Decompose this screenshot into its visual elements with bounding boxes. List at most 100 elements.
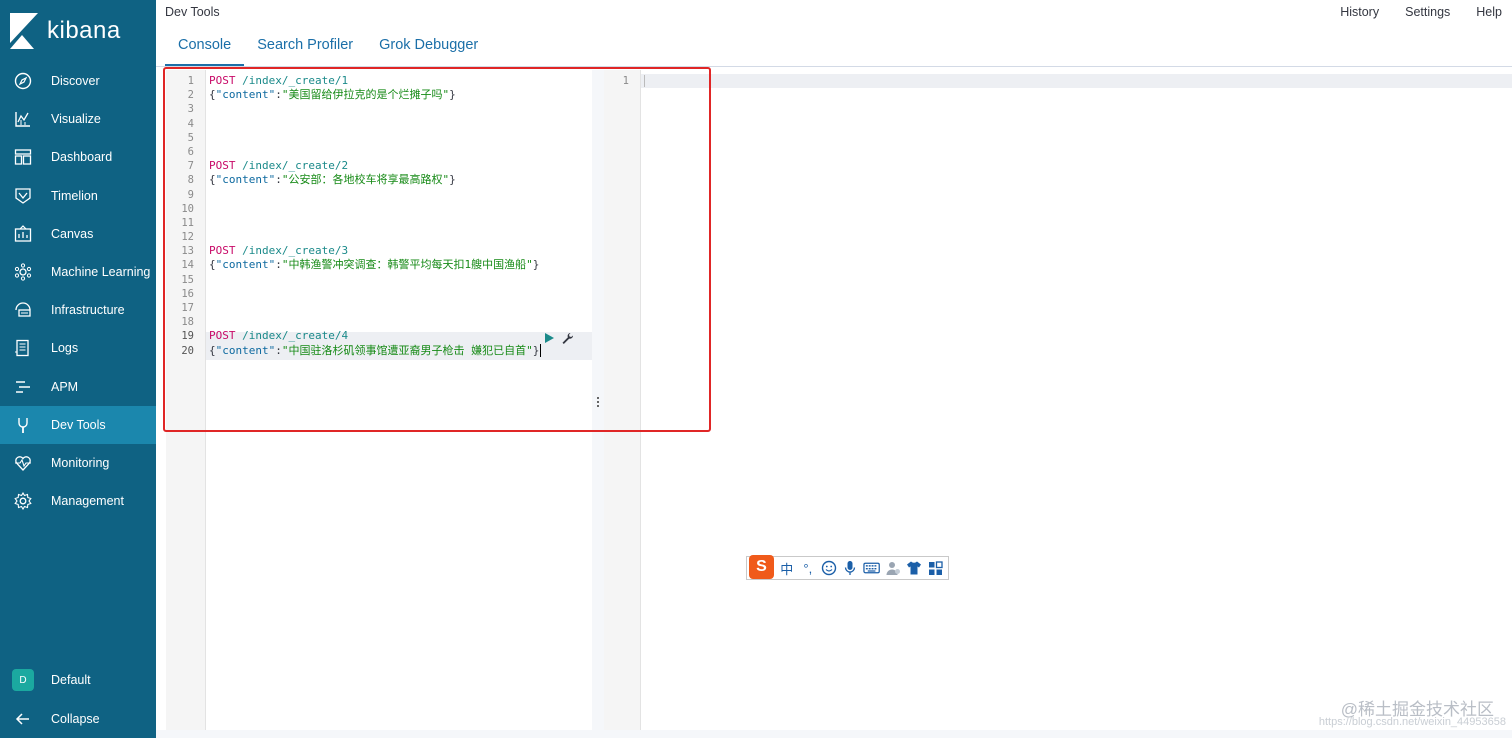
space-selector[interactable]: D Default <box>0 661 156 699</box>
sidebar-item-management[interactable]: Management <box>0 482 156 520</box>
sidebar-item-logs[interactable]: Logs <box>0 329 156 367</box>
code-line[interactable] <box>209 188 541 202</box>
chart-icon <box>12 108 34 130</box>
collapse-button[interactable]: Collapse <box>0 700 156 738</box>
request-code[interactable]: POST /index/_create/1 {"content":"美国留给伊拉克… <box>209 74 542 358</box>
history-link[interactable]: History <box>1340 5 1379 19</box>
dashboard-icon <box>12 146 34 168</box>
code-line[interactable]: POST /index/_create/3 <box>209 244 541 258</box>
line-number: 16 <box>181 287 194 300</box>
kibana-logo[interactable]: kibana <box>8 12 121 50</box>
tab-grok-debugger[interactable]: Grok Debugger <box>366 30 491 66</box>
code-line[interactable] <box>209 301 541 315</box>
response-caret <box>644 75 645 87</box>
help-link[interactable]: Help <box>1476 5 1502 19</box>
json-key: "content" <box>215 173 276 187</box>
bottom-strip <box>156 730 1512 738</box>
space-avatar: D <box>12 669 34 691</box>
line-number: 19 <box>181 330 194 343</box>
code-line[interactable]: POST /index/_create/4 <box>209 329 541 343</box>
tab-console[interactable]: Console <box>165 30 245 66</box>
code-line[interactable] <box>209 273 541 287</box>
request-path: /index/_create/1 <box>242 74 349 87</box>
line-number: 17 <box>181 302 194 314</box>
sidebar-item-visualize[interactable]: Visualize <box>0 100 156 138</box>
page-title: Dev Tools <box>165 5 220 19</box>
response-editor[interactable]: 1 <box>604 70 1512 730</box>
sidebar-item-label: Canvas <box>51 226 94 241</box>
ime-mode-chinese[interactable]: 中 <box>779 558 795 578</box>
code-line[interactable] <box>209 102 541 116</box>
response-active-line <box>641 74 1512 89</box>
code-line[interactable]: {"content":"公安部：各地校车将享最高路权"} <box>209 173 541 187</box>
user-icon[interactable] <box>885 558 901 578</box>
sidebar-item-dashboard[interactable]: Dashboard <box>0 138 156 176</box>
request-editor[interactable]: 1 2 3 4 5 6 7 8 9 10 11 12 13 14 15 16 17 18 19 20 POST /in… <box>166 70 592 730</box>
code-line[interactable]: {"content":"中国驻洛杉矶领事馆遭亚裔男子枪击 嫌犯已自首"} <box>209 343 542 358</box>
response-gutter: 1 <box>604 70 641 730</box>
code-line[interactable]: POST /index/_create/2 <box>209 159 541 173</box>
sidebar-item-machine-learning[interactable]: Machine Learning <box>0 253 156 291</box>
sidebar-item-infrastructure[interactable]: Infrastructure <box>0 291 156 329</box>
code-line[interactable]: POST /index/_create/1 <box>209 74 541 88</box>
watermark-url: https://blog.csdn.net/weixin_44953658 <box>1318 716 1506 728</box>
sidebar-item-monitoring[interactable]: Monitoring <box>0 444 156 482</box>
sidebar-item-label: Infrastructure <box>51 303 125 318</box>
line-number: 10 <box>181 202 194 215</box>
request-actions <box>543 332 574 348</box>
code-line[interactable] <box>209 131 541 145</box>
code-line[interactable] <box>209 315 541 329</box>
request-path: /index/_create/2 <box>242 159 349 173</box>
toolbox-grid-icon[interactable] <box>927 558 943 578</box>
response-line-numbers: 1 <box>604 74 629 88</box>
timelion-icon <box>12 185 34 207</box>
code-line[interactable] <box>209 145 541 159</box>
skin-shirt-icon[interactable] <box>906 558 922 578</box>
json-value: "中国驻洛杉矶领事馆遭亚裔男子枪击 嫌犯已自首" <box>281 343 533 357</box>
tab-search-profiler[interactable]: Search Profiler <box>244 30 366 66</box>
line-number: 1 <box>622 75 629 87</box>
sidebar-item-label: Visualize <box>51 112 101 127</box>
sidebar-footer: D Default Collapse <box>0 661 156 738</box>
play-icon[interactable] <box>543 332 555 348</box>
sidebar-item-label: Dashboard <box>51 150 113 165</box>
sogou-logo-icon[interactable]: S <box>749 555 774 579</box>
sidebar-item-discover[interactable]: Discover <box>0 62 156 100</box>
keyboard-icon[interactable] <box>863 558 880 578</box>
sidebar: kibana Discover Visualize Dashboard Time… <box>0 0 156 738</box>
sidebar-item-label: Machine Learning <box>51 265 151 280</box>
code-line[interactable]: {"content":"美国留给伊拉克的是个烂摊子吗"} <box>209 88 541 102</box>
line-number: 1 <box>187 75 194 87</box>
request-gutter: 1 2 3 4 5 6 7 8 9 10 11 12 13 14 15 16 17 18 19 20 <box>166 70 206 730</box>
code-line[interactable]: {"content":"中韩渔警冲突调查：韩警平均每天扣1艘中国渔船"} <box>209 258 541 272</box>
sidebar-item-apm[interactable]: APM <box>0 368 156 406</box>
code-line[interactable] <box>209 202 541 216</box>
kibana-logo-icon <box>8 13 38 49</box>
emoji-icon[interactable] <box>821 558 837 578</box>
line-number: 15 <box>181 273 194 286</box>
http-method: POST <box>209 329 236 343</box>
wrench-icon[interactable] <box>561 332 574 348</box>
arrow-left-icon <box>12 708 34 730</box>
settings-link[interactable]: Settings <box>1405 5 1450 19</box>
code-line[interactable] <box>209 117 541 131</box>
sidebar-item-label: APM <box>51 379 79 394</box>
line-number: 2 <box>187 89 194 102</box>
sidebar-item-dev-tools[interactable]: Dev Tools <box>0 405 156 444</box>
microphone-icon[interactable] <box>842 558 858 578</box>
line-number: 12 <box>181 231 194 244</box>
line-number: 7 <box>187 160 194 173</box>
collapse-label: Collapse <box>51 712 100 726</box>
sidebar-item-timelion[interactable]: Timelion <box>0 177 156 215</box>
http-method: POST <box>209 159 236 173</box>
ime-toolbar[interactable]: S 中 °, <box>746 555 949 580</box>
pane-resizer[interactable] <box>592 70 604 730</box>
code-line[interactable] <box>209 287 541 301</box>
sidebar-item-label: Logs <box>51 341 79 356</box>
code-line[interactable] <box>209 230 541 244</box>
ime-punctuation[interactable]: °, <box>800 558 816 578</box>
line-number: 3 <box>187 103 194 116</box>
sidebar-item-canvas[interactable]: Canvas <box>0 215 156 253</box>
code-line[interactable] <box>209 216 541 230</box>
line-number: 13 <box>181 245 194 258</box>
